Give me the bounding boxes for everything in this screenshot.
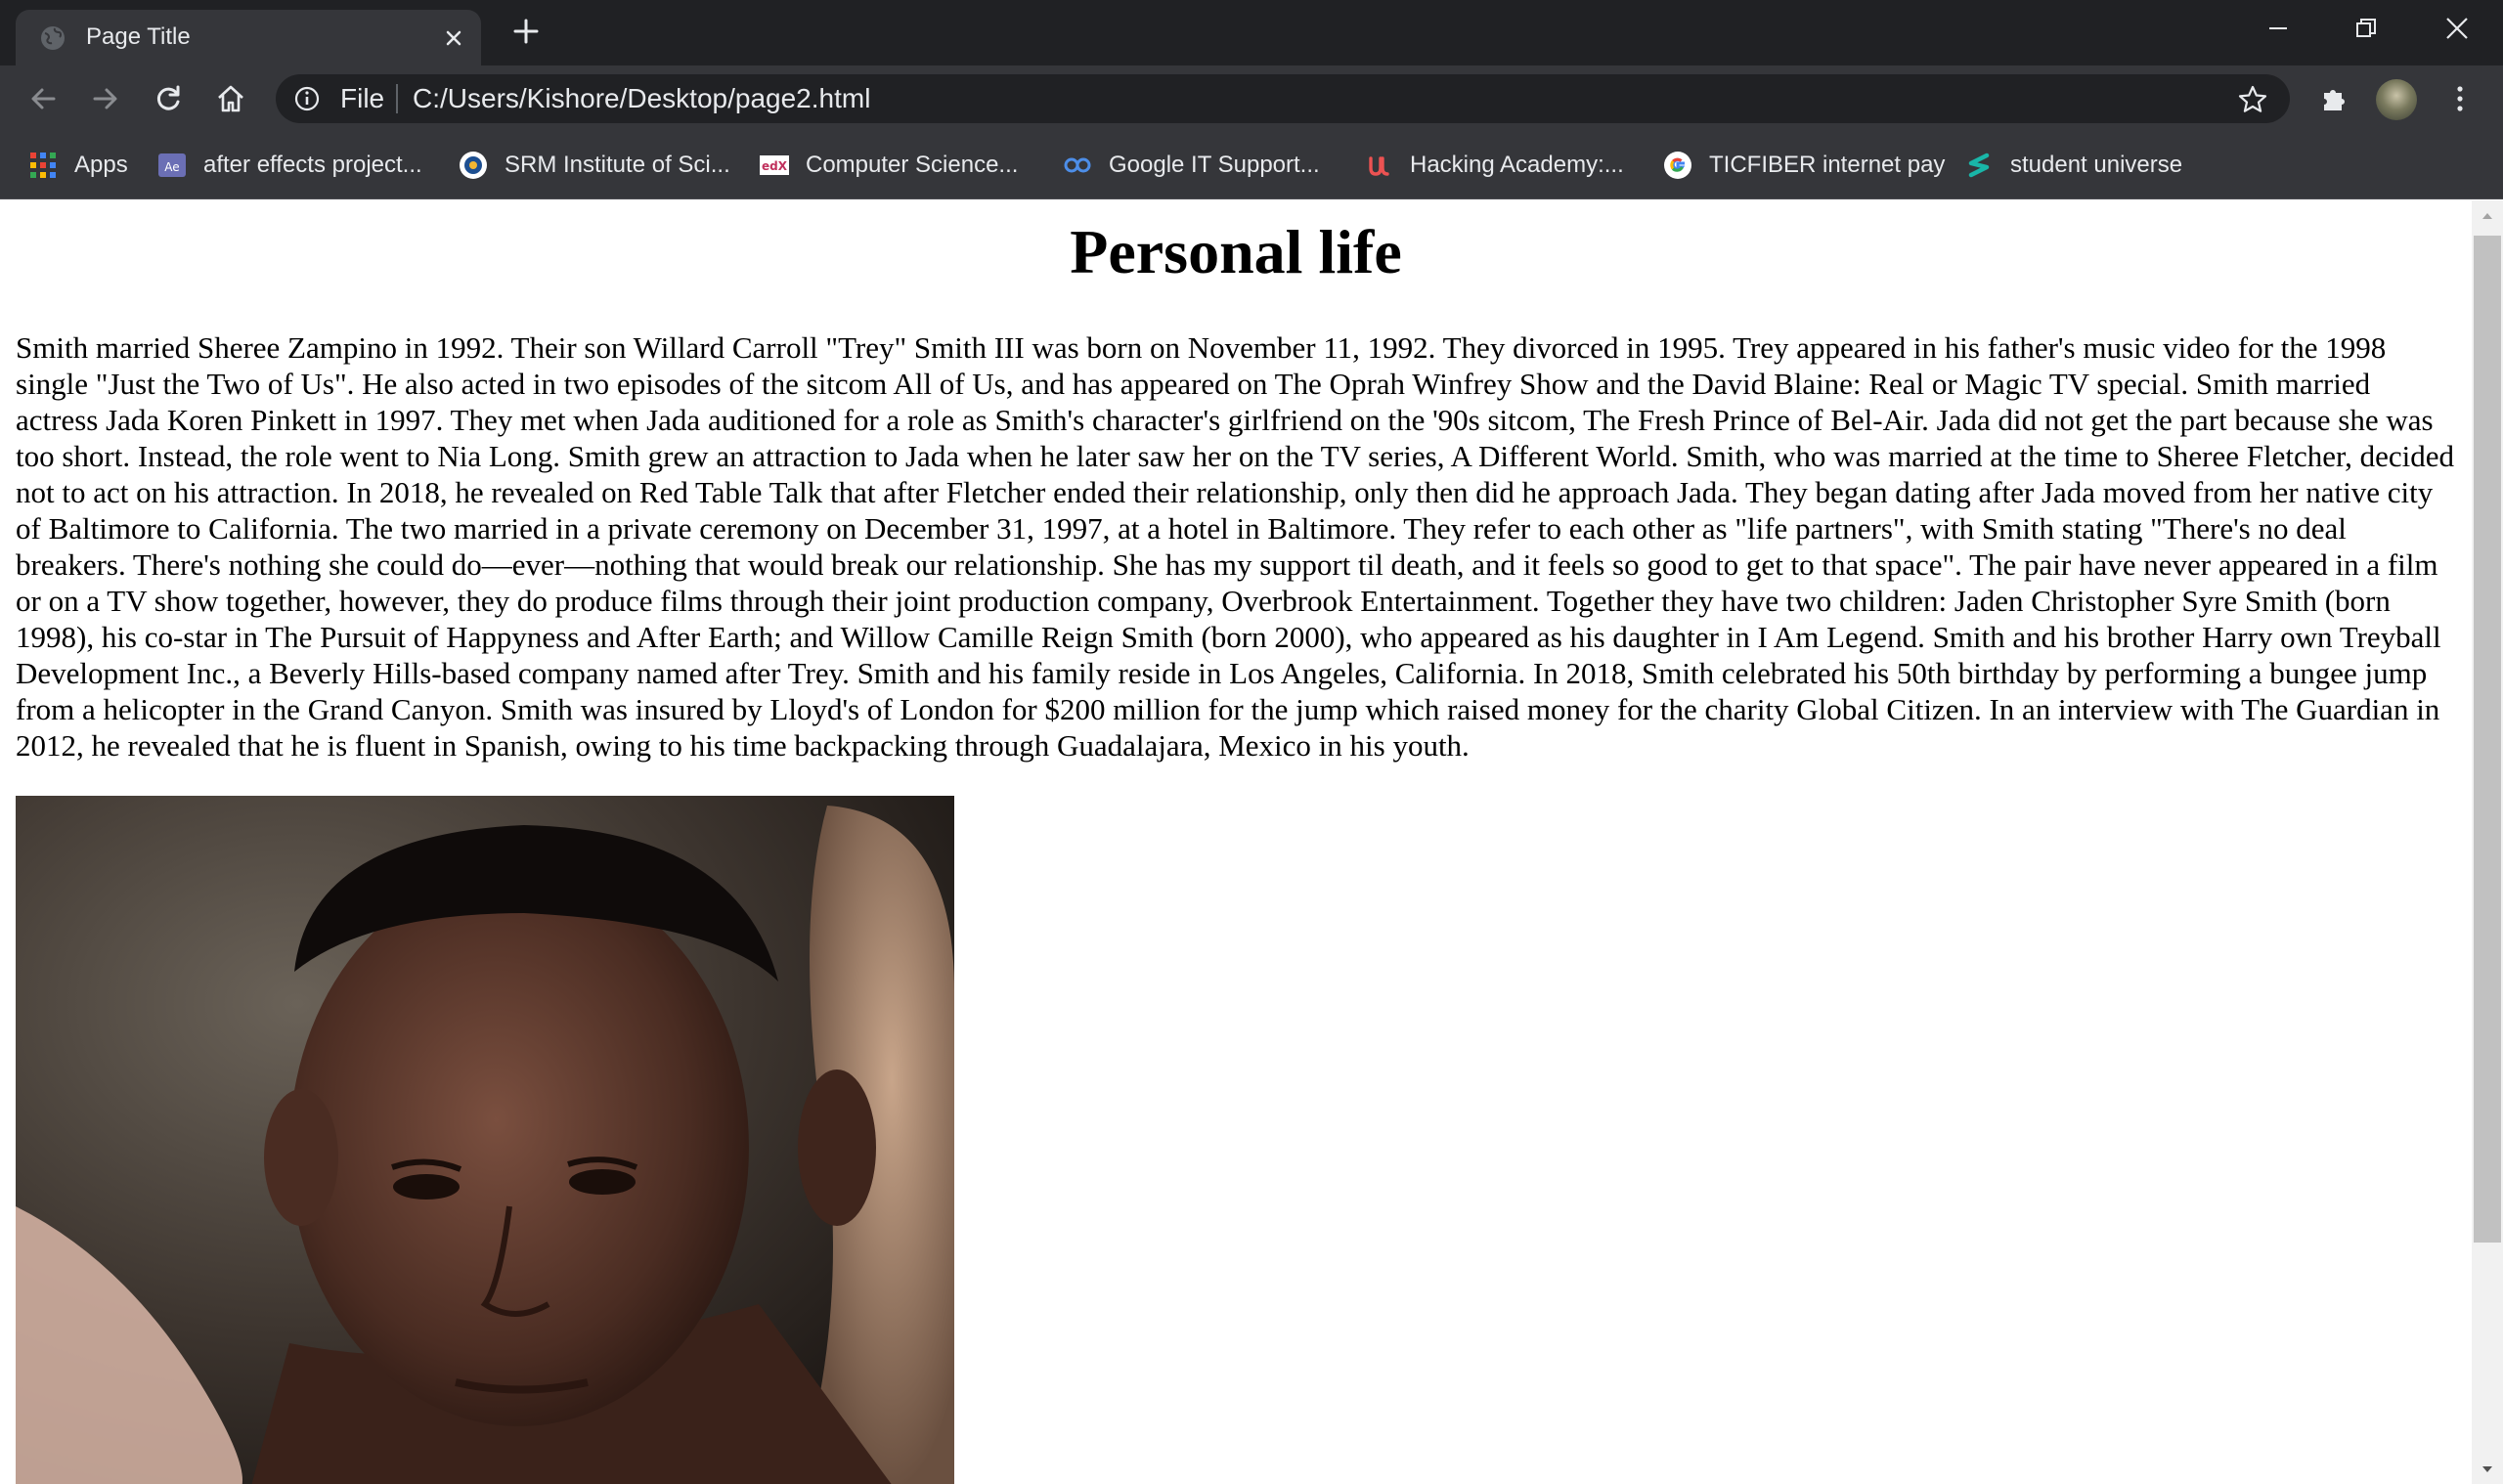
restore-button[interactable]	[2322, 0, 2410, 57]
url-scheme-label: File	[340, 83, 385, 113]
bookmark-after-effects[interactable]: Ae after effects project...	[156, 148, 422, 183]
reload-button[interactable]	[149, 79, 188, 118]
bookmark-label: Apps	[74, 152, 128, 178]
portrait-photo	[16, 796, 954, 1484]
menu-button[interactable]	[2440, 79, 2480, 118]
profile-avatar[interactable]	[2376, 79, 2417, 120]
new-tab-plus-icon[interactable]	[508, 14, 544, 49]
udemy-icon	[1369, 156, 1389, 176]
restore-icon	[2356, 19, 2376, 37]
page-paragraph: Smith married Sheree Zampino in 1992. Th…	[16, 330, 2454, 763]
bookmark-label: TICFIBER internet pay	[1709, 152, 1946, 178]
puzzle-piece-icon	[2324, 90, 2345, 110]
scroll-up-arrow-icon[interactable]	[2480, 208, 2495, 224]
kebab-menu-icon	[2457, 86, 2463, 111]
extensions-button[interactable]	[2315, 79, 2354, 118]
tab-title: Page Title	[86, 23, 191, 50]
home-button[interactable]	[211, 79, 250, 118]
bookmark-apps[interactable]: Apps	[27, 148, 128, 183]
close-tab-icon[interactable]	[439, 23, 468, 53]
svg-text:Ae: Ae	[164, 160, 179, 174]
bookmark-ticfiber[interactable]: TICFIBER internet pay	[1662, 148, 1945, 183]
page-heading: Personal life	[1070, 217, 1402, 286]
globe-icon	[41, 26, 65, 50]
home-icon	[218, 85, 243, 112]
scroll-down-arrow-icon[interactable]	[2480, 1462, 2495, 1477]
back-arrow-icon	[31, 88, 56, 109]
scrollbar-thumb[interactable]	[2474, 236, 2501, 1243]
vertical-scrollbar[interactable]	[2472, 200, 2503, 1484]
bookmark-label: after effects project...	[203, 152, 422, 178]
bookmark-label: Google IT Support...	[1109, 152, 1320, 178]
forward-arrow-icon	[93, 88, 117, 109]
edx-icon: edX	[760, 155, 789, 175]
svg-text:edX: edX	[762, 159, 788, 173]
bookmark-label: Computer Science...	[806, 152, 1019, 178]
bookmarks-bar: Apps Ae after effects project... SRM Ins…	[0, 131, 2503, 199]
bookmark-star-icon[interactable]	[2237, 84, 2268, 115]
bookmark-srm[interactable]: SRM Institute of Sci...	[458, 148, 730, 183]
bookmark-label: student universe	[2010, 152, 2183, 178]
bookmark-label: SRM Institute of Sci...	[505, 152, 730, 178]
portrait-image	[16, 796, 954, 1484]
url-text[interactable]: C:/Users/Kishore/Desktop/page2.html	[413, 83, 870, 114]
forward-button[interactable]	[86, 79, 125, 118]
bookmark-edx[interactable]: edX Computer Science...	[759, 148, 1018, 183]
page-viewport: Personal life Smith married Sheree Zampi…	[0, 200, 2472, 1484]
bookmark-student-universe[interactable]: student universe	[1963, 148, 2182, 183]
student-universe-icon	[1968, 153, 1990, 178]
apps-grid-icon	[30, 153, 56, 178]
browser-toolbar: File C:/Users/Kishore/Desktop/page2.html	[0, 65, 2503, 131]
bookmark-hacking-academy[interactable]: Hacking Academy:...	[1363, 148, 1624, 183]
google-icon	[1664, 152, 1691, 179]
bookmark-coursera[interactable]: Google IT Support...	[1062, 148, 1320, 183]
after-effects-icon: Ae	[158, 153, 186, 177]
minimize-icon	[2269, 27, 2287, 29]
close-window-button[interactable]	[2413, 0, 2501, 57]
back-button[interactable]	[23, 79, 63, 118]
close-window-icon	[2446, 18, 2468, 39]
reload-icon	[156, 85, 180, 110]
srm-logo-icon	[460, 152, 487, 179]
address-bar[interactable]: File C:/Users/Kishore/Desktop/page2.html	[276, 74, 2290, 123]
coursera-icon	[1064, 157, 1091, 173]
tab-strip: Page Title	[0, 0, 2503, 65]
bookmark-label: Hacking Academy:...	[1410, 152, 1624, 178]
info-icon[interactable]	[293, 85, 321, 112]
minimize-button[interactable]	[2234, 0, 2322, 57]
address-separator	[396, 84, 398, 113]
tab-page-title[interactable]: Page Title	[16, 10, 481, 65]
